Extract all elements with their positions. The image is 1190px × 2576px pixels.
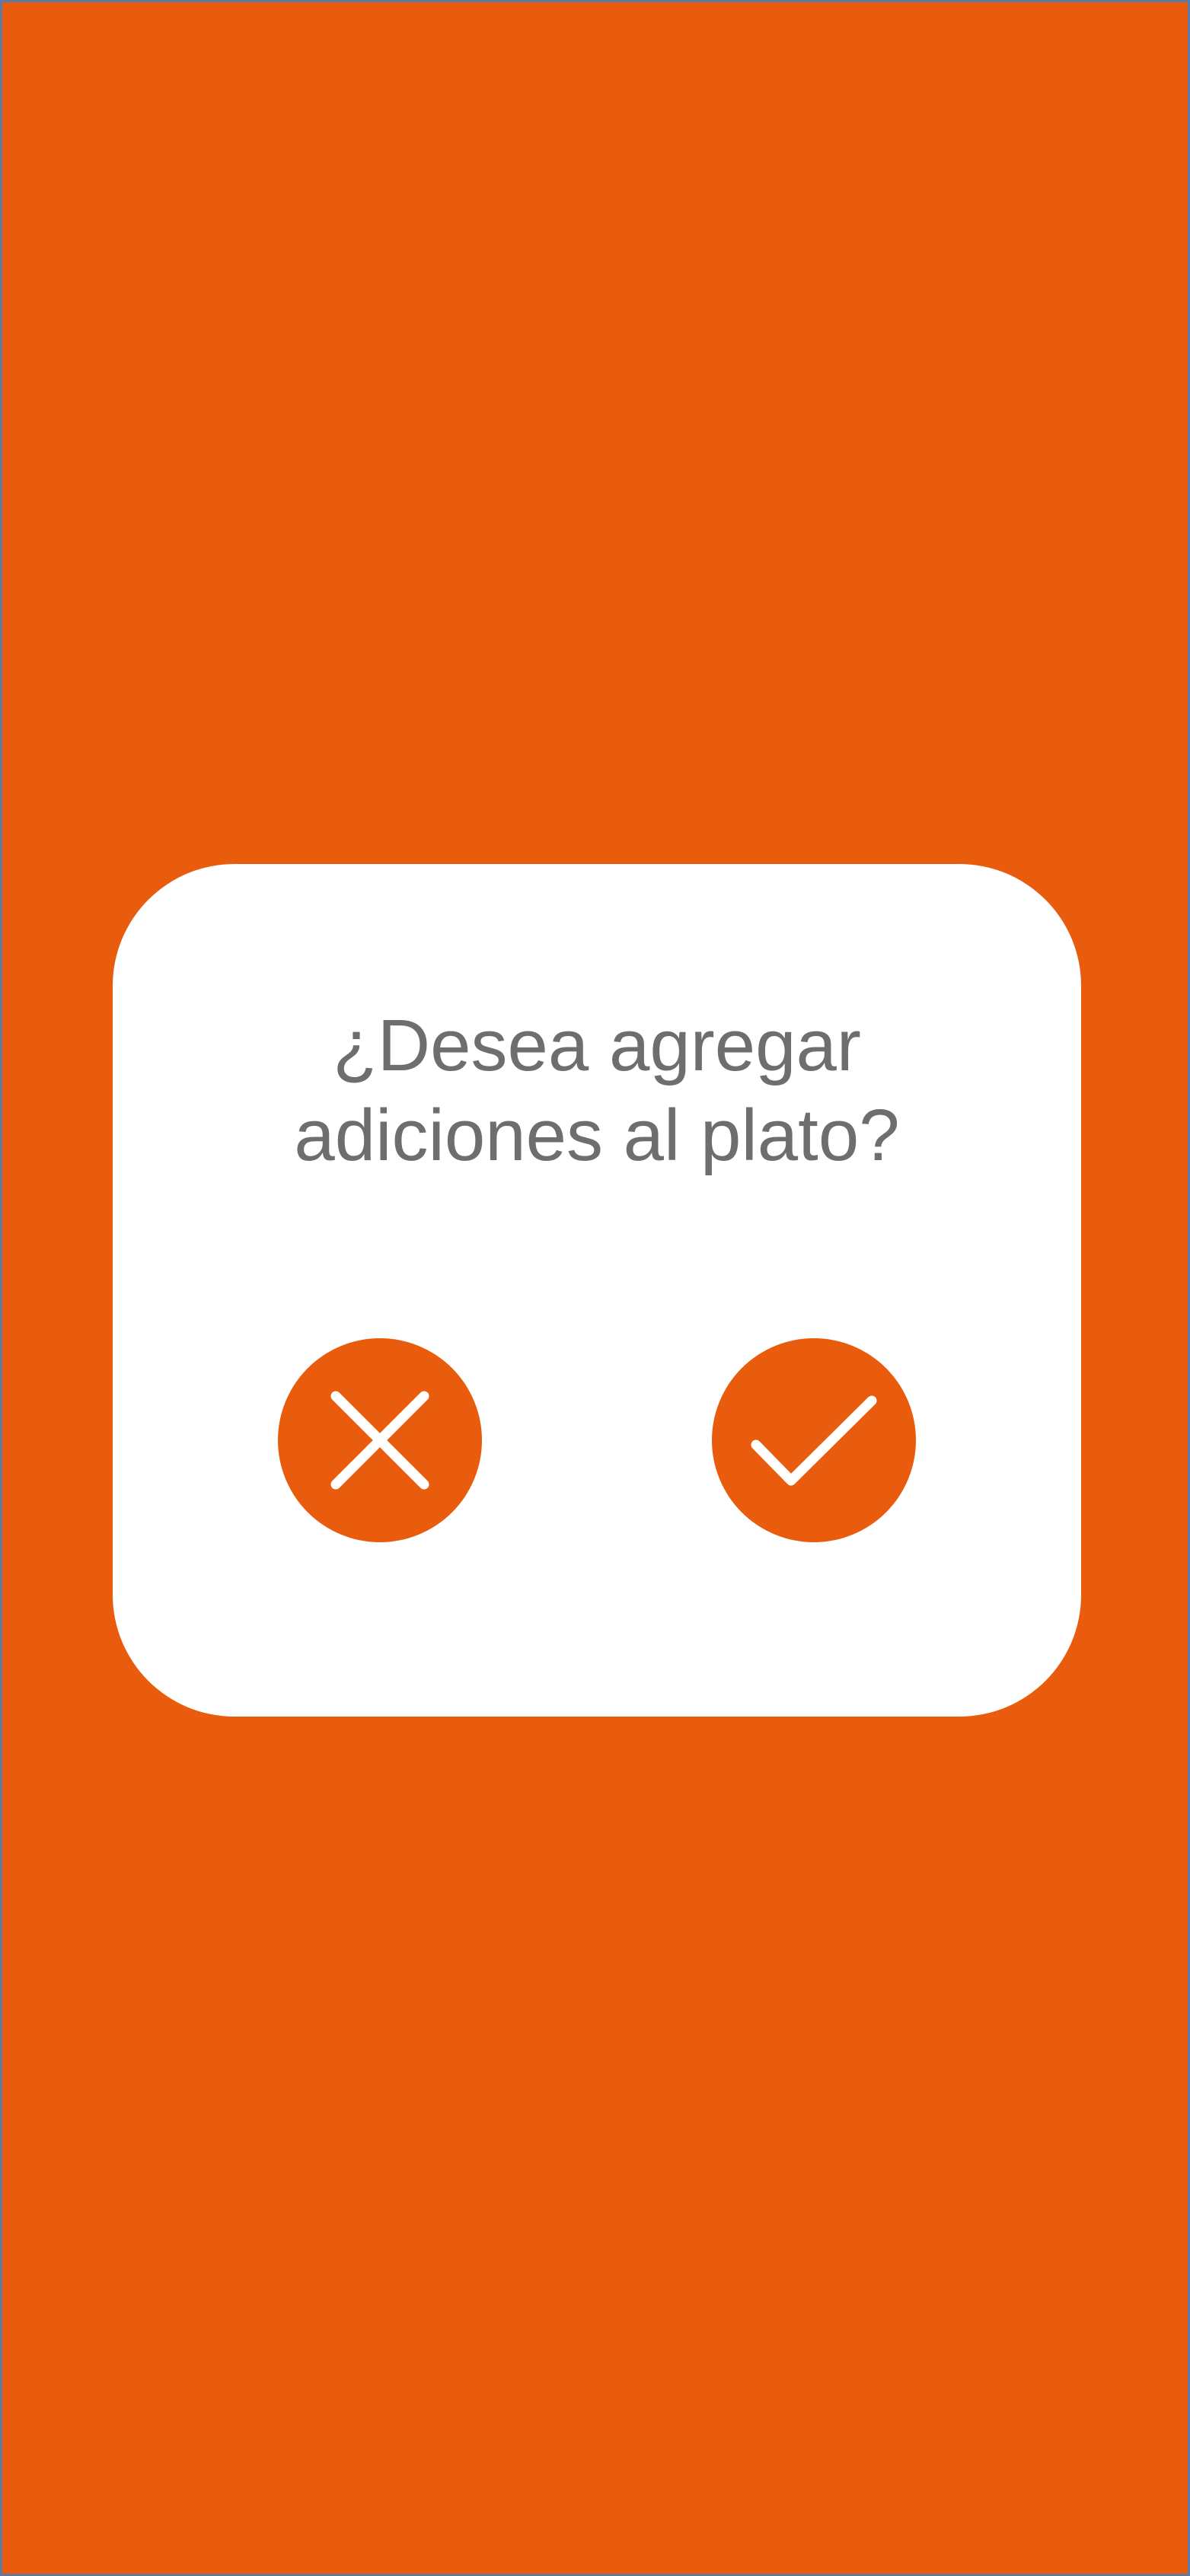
add-extras-dialog: ¿Desea agregar adiciones al plato? xyxy=(113,864,1081,1717)
app-screen: ¿Desea agregar adiciones al plato? xyxy=(0,0,1190,2576)
checkmark-icon xyxy=(751,1395,877,1486)
close-icon xyxy=(330,1391,429,1490)
dialog-question-line-1: ¿Desea agregar xyxy=(333,1005,861,1086)
cancel-button[interactable] xyxy=(278,1338,482,1542)
dialog-question-line-2: adiciones al plato? xyxy=(294,1095,900,1176)
confirm-button[interactable] xyxy=(712,1338,916,1542)
dialog-question: ¿Desea agregar adiciones al plato? xyxy=(113,1001,1081,1181)
